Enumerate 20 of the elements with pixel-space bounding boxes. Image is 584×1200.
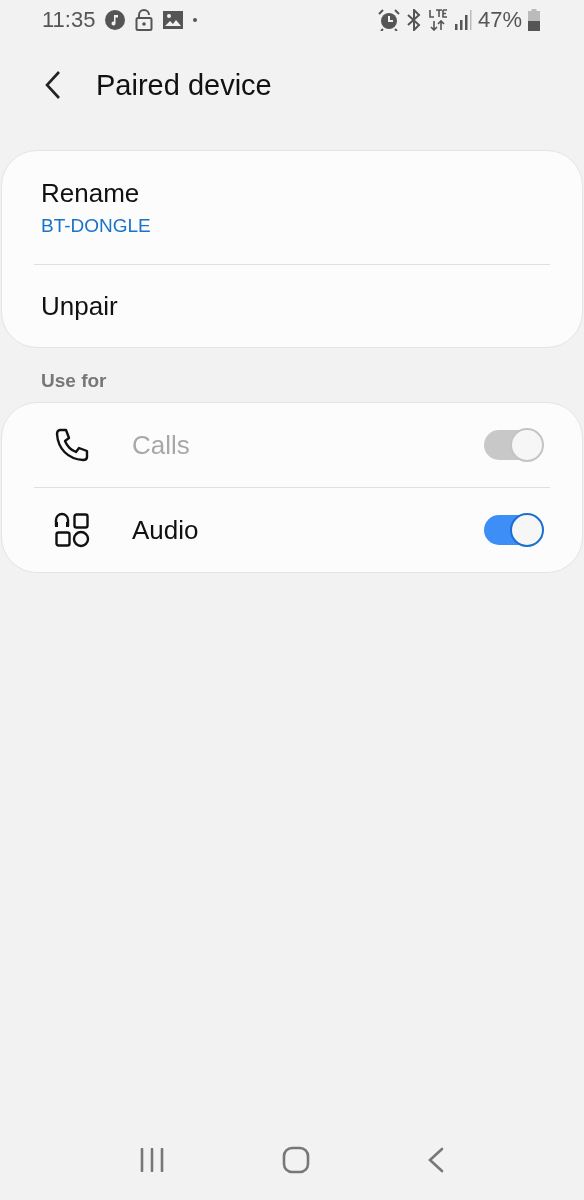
bluetooth-icon — [405, 9, 422, 31]
phone-icon — [54, 427, 90, 463]
item-value: BT-DONGLE — [41, 215, 152, 237]
lock-icon — [135, 9, 154, 31]
item-label: Calls — [132, 429, 191, 461]
item-label[interactable]: Rename — [41, 178, 543, 209]
alarm-icon — [377, 9, 400, 31]
section-heading: Use for — [40, 369, 108, 393]
status-time: 11:35 — [42, 7, 96, 33]
image-icon — [163, 11, 184, 29]
battery-icon — [528, 9, 540, 31]
battery-percent: 47% — [477, 7, 522, 33]
dot-icon — [193, 18, 198, 22]
signal-icon — [453, 10, 472, 30]
page-title: Paired device — [96, 68, 272, 102]
lte-signal-icon — [427, 9, 448, 31]
apps-icon — [54, 512, 90, 548]
music-note-icon — [105, 10, 126, 30]
item-label: Audio — [132, 514, 200, 546]
settings-item[interactable]: Unpair — [34, 264, 550, 347]
